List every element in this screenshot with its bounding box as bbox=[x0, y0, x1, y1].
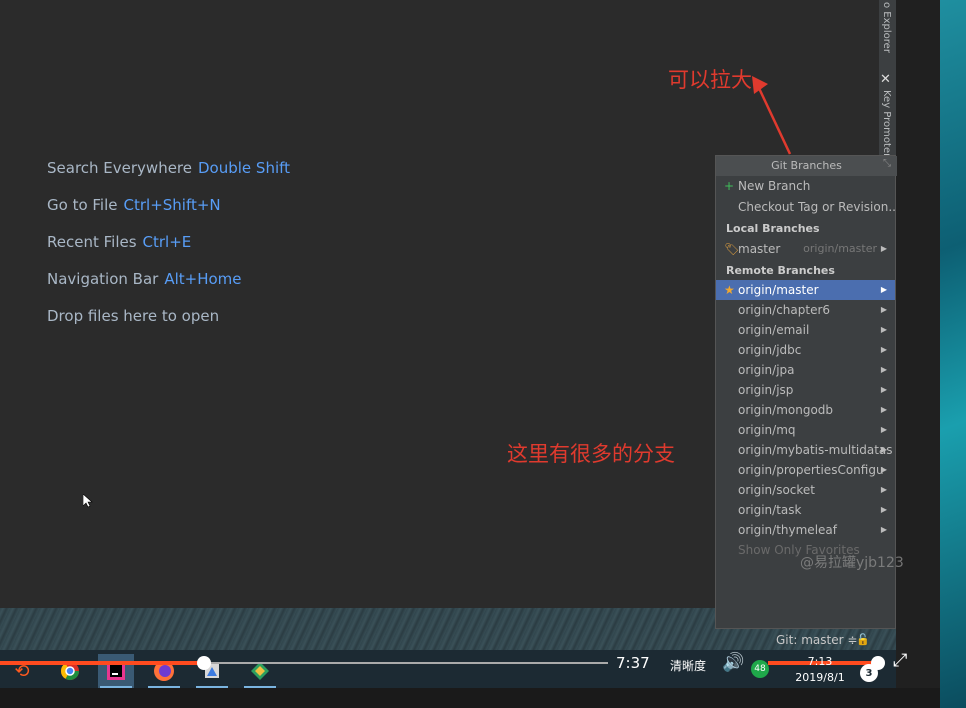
chevron-right-icon: ▶ bbox=[880, 345, 887, 354]
mouse-cursor-icon bbox=[83, 494, 93, 508]
remote-branch-item[interactable]: origin/mybatis-multidatas ▶ bbox=[716, 440, 895, 460]
resize-icon[interactable]: ⤡ bbox=[883, 158, 891, 169]
hint-shortcut: Ctrl+Shift+N bbox=[123, 196, 221, 214]
video-progress-played[interactable] bbox=[0, 661, 204, 665]
chevron-right-icon: ▶ bbox=[880, 325, 887, 334]
plus-icon: + bbox=[724, 179, 735, 193]
remote-branch-item[interactable]: origin/jpa ▶ bbox=[716, 360, 895, 380]
speaker-icon[interactable]: 🔊 bbox=[722, 652, 744, 673]
chevron-right-icon: ▶ bbox=[880, 465, 887, 474]
bilibili-icon[interactable]: ⟲ bbox=[4, 654, 40, 688]
remote-branch-item[interactable]: origin/jsp ▶ bbox=[716, 380, 895, 400]
chevron-right-icon: ▶ bbox=[880, 505, 887, 514]
key-promoter-tool-tab[interactable]: Key Promoter bbox=[881, 90, 892, 157]
hint-shortcut: Alt+Home bbox=[164, 270, 242, 288]
system-clock[interactable]: 7:13 2019/8/1 bbox=[790, 654, 850, 686]
chevron-right-icon: ▶ bbox=[880, 305, 887, 314]
notification-count[interactable]: 3 bbox=[860, 664, 878, 682]
bottom-strip bbox=[0, 688, 940, 708]
hint-label: Recent Files bbox=[47, 233, 137, 251]
hint-label: Drop files here to open bbox=[47, 307, 220, 325]
chevron-right-icon: ▶ bbox=[880, 525, 887, 534]
chrome-icon[interactable] bbox=[52, 654, 88, 688]
hint-recent-files: Recent Files Ctrl+E bbox=[47, 233, 191, 251]
remote-branch-item[interactable]: origin/mongodb ▶ bbox=[716, 400, 895, 420]
tag-icon: 🏷 bbox=[724, 242, 740, 256]
fullscreen-icon[interactable]: ⤢ bbox=[893, 650, 907, 671]
video-progress-track[interactable] bbox=[204, 662, 608, 664]
annotation-arrow-icon bbox=[752, 76, 792, 155]
explorer-tool-tab[interactable]: o Explorer bbox=[881, 2, 892, 53]
close-icon[interactable]: ✕ bbox=[880, 73, 891, 87]
annotation-many-branches: 这里有很多的分支 bbox=[507, 442, 675, 466]
hint-label: Go to File bbox=[47, 196, 118, 214]
local-branches-header: Local Branches bbox=[726, 222, 820, 235]
chevron-right-icon: ▶ bbox=[880, 445, 887, 454]
hint-drop-files: Drop files here to open bbox=[47, 307, 219, 325]
tray-badge[interactable]: 48 bbox=[751, 660, 769, 678]
video-time: 7:37 bbox=[616, 654, 650, 672]
video-progress-handle[interactable] bbox=[197, 656, 211, 670]
remote-branch-item[interactable]: origin/email ▶ bbox=[716, 320, 895, 340]
remote-branch-item[interactable]: origin/jdbc ▶ bbox=[716, 340, 895, 360]
checkout-tag-action[interactable]: Checkout Tag or Revision... bbox=[716, 197, 895, 217]
remote-branch-item[interactable]: origin/mq ▶ bbox=[716, 420, 895, 440]
chevron-right-icon: ▶ bbox=[880, 385, 887, 394]
intellij-icon[interactable] bbox=[98, 654, 134, 688]
remote-branch-item[interactable]: origin/chapter6 ▶ bbox=[716, 300, 895, 320]
watermark: @易拉罐yjb123 bbox=[800, 555, 904, 571]
remote-branch-item[interactable]: origin/socket ▶ bbox=[716, 480, 895, 500]
chevron-right-icon: ▶ bbox=[880, 425, 887, 434]
new-branch-action[interactable]: + New Branch bbox=[716, 176, 895, 196]
clock-date: 2019/8/1 bbox=[795, 671, 845, 684]
remote-branch-item[interactable]: origin/task ▶ bbox=[716, 500, 895, 520]
remote-branches-header: Remote Branches bbox=[726, 264, 835, 277]
window-gap bbox=[896, 0, 940, 708]
firefox-icon[interactable] bbox=[146, 654, 182, 688]
hint-shortcut: Double Shift bbox=[198, 159, 291, 177]
clock-time: 7:13 bbox=[807, 655, 833, 668]
clarity-button[interactable]: 清晰度 bbox=[670, 657, 706, 674]
desktop-wallpaper bbox=[940, 0, 966, 708]
sourcetree-icon[interactable] bbox=[242, 654, 278, 688]
star-icon: ★ bbox=[724, 283, 735, 297]
chevron-right-icon: ▶ bbox=[880, 405, 887, 414]
lock-icon[interactable]: 🔓 bbox=[856, 633, 870, 646]
hint-label: Search Everywhere bbox=[47, 159, 192, 177]
chevron-right-icon: ▶ bbox=[880, 285, 887, 294]
local-branch-master[interactable]: 🏷 master origin/master ▶ bbox=[716, 239, 895, 259]
hint-navigation-bar: Navigation Bar Alt+Home bbox=[47, 270, 242, 288]
hint-go-to-file: Go to File Ctrl+Shift+N bbox=[47, 196, 221, 214]
hint-search-everywhere: Search Everywhere Double Shift bbox=[47, 159, 290, 177]
chevron-right-icon: ▶ bbox=[880, 365, 887, 374]
chevron-right-icon: ▶ bbox=[880, 485, 887, 494]
git-branch-widget[interactable]: Git: master ≑ bbox=[776, 633, 857, 647]
remote-branch-item[interactable]: ★ origin/master ▶ bbox=[716, 280, 895, 300]
chevron-right-icon: ▶ bbox=[880, 244, 887, 253]
hint-shortcut: Ctrl+E bbox=[142, 233, 192, 251]
remote-branch-item[interactable]: origin/propertiesConfigu ▶ bbox=[716, 460, 895, 480]
hint-label: Navigation Bar bbox=[47, 270, 159, 288]
remote-branch-item[interactable]: origin/thymeleaf ▶ bbox=[716, 520, 895, 540]
